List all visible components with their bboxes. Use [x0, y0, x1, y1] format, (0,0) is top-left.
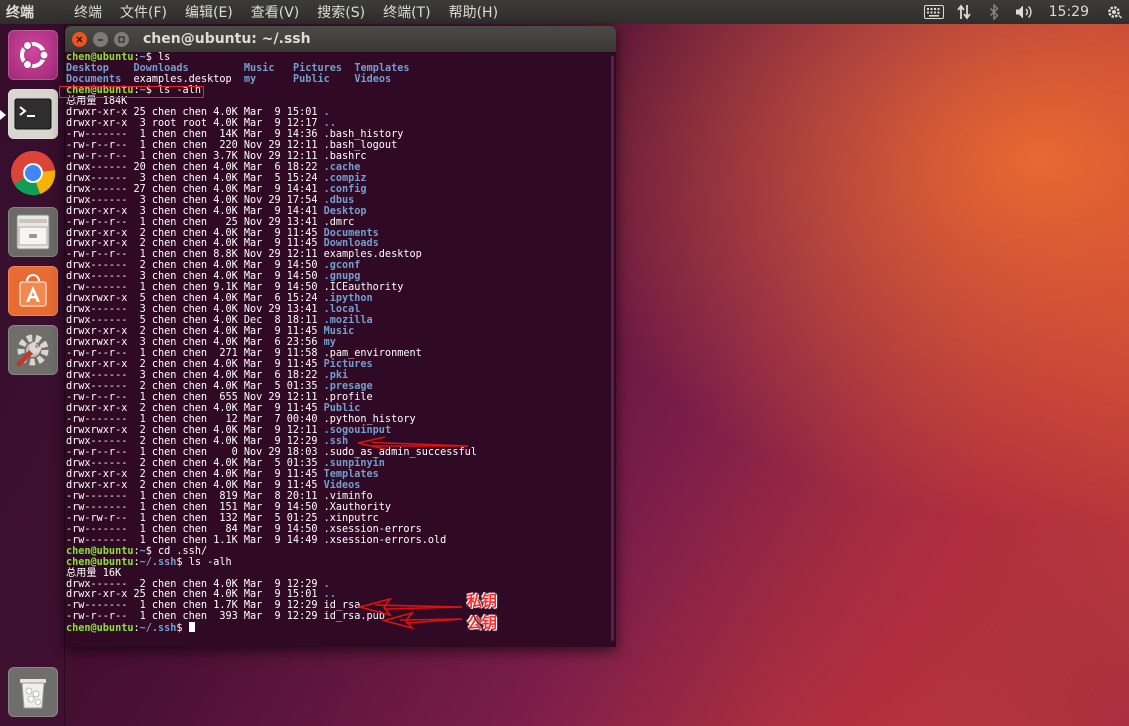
annotation-arrows	[356, 436, 469, 630]
public-key-label: 公钥	[467, 614, 498, 632]
private-key-label: 私钥	[467, 592, 498, 610]
ssh-arrow-icon	[357, 436, 469, 450]
